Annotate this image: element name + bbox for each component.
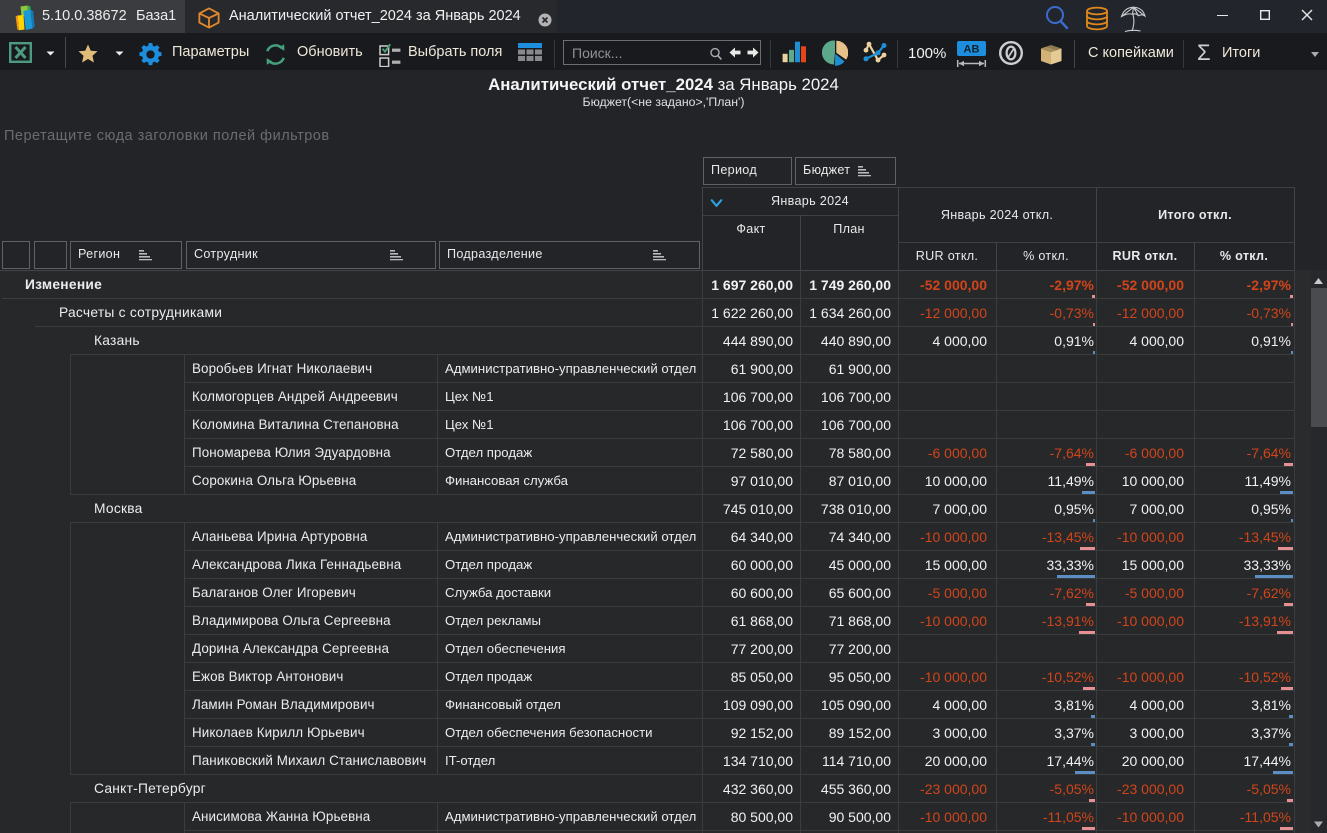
svg-text:AB: AB xyxy=(964,44,980,56)
